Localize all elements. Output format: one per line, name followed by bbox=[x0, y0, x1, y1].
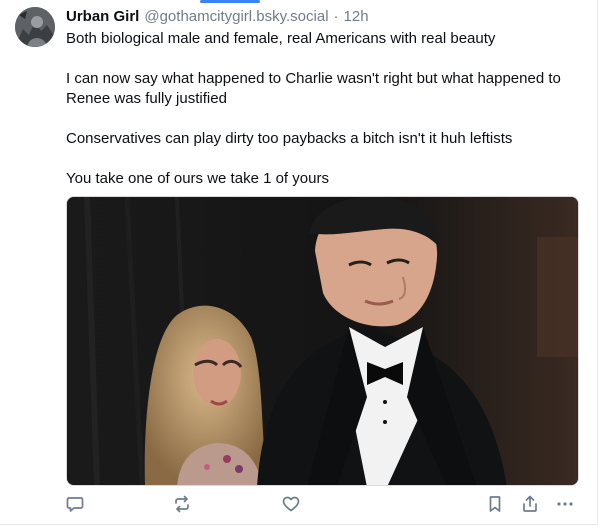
post-text-paragraph: I can now say what happened to Charlie w… bbox=[66, 70, 561, 107]
more-options-button[interactable] bbox=[556, 494, 574, 514]
author-display-name[interactable]: Urban Girl bbox=[66, 7, 139, 27]
avatar[interactable] bbox=[15, 7, 55, 47]
post-page: Urban Girl @gothamcitygirl.bsky.social ·… bbox=[0, 0, 598, 525]
reply-icon bbox=[66, 497, 84, 512]
heart-icon bbox=[282, 496, 300, 512]
post-timestamp[interactable]: 12h bbox=[344, 7, 369, 27]
share-icon bbox=[523, 495, 537, 512]
post-body: Both biological male and female, real Am… bbox=[66, 29, 582, 189]
author-handle[interactable]: @gothamcitygirl.bsky.social bbox=[144, 7, 328, 27]
active-tab-indicator bbox=[200, 0, 260, 3]
post-text-paragraph: Both biological male and female, real Am… bbox=[66, 30, 496, 47]
post-text-paragraph: You take one of ours we take 1 of yours bbox=[66, 170, 329, 187]
header-separator: · bbox=[333, 8, 339, 25]
repost-button[interactable] bbox=[173, 494, 191, 514]
bookmark-button[interactable] bbox=[486, 494, 504, 514]
post-text-paragraph: Conservatives can play dirty too payback… bbox=[66, 130, 513, 147]
share-button[interactable] bbox=[521, 494, 539, 514]
post-header: Urban Girl @gothamcitygirl.bsky.social ·… bbox=[66, 7, 369, 27]
more-icon bbox=[557, 502, 573, 506]
bookmark-icon bbox=[489, 496, 501, 512]
repost-icon bbox=[175, 495, 189, 513]
like-button[interactable] bbox=[282, 494, 300, 514]
post-actions bbox=[66, 494, 586, 514]
post-image[interactable] bbox=[66, 196, 579, 486]
reply-button[interactable] bbox=[66, 494, 84, 514]
